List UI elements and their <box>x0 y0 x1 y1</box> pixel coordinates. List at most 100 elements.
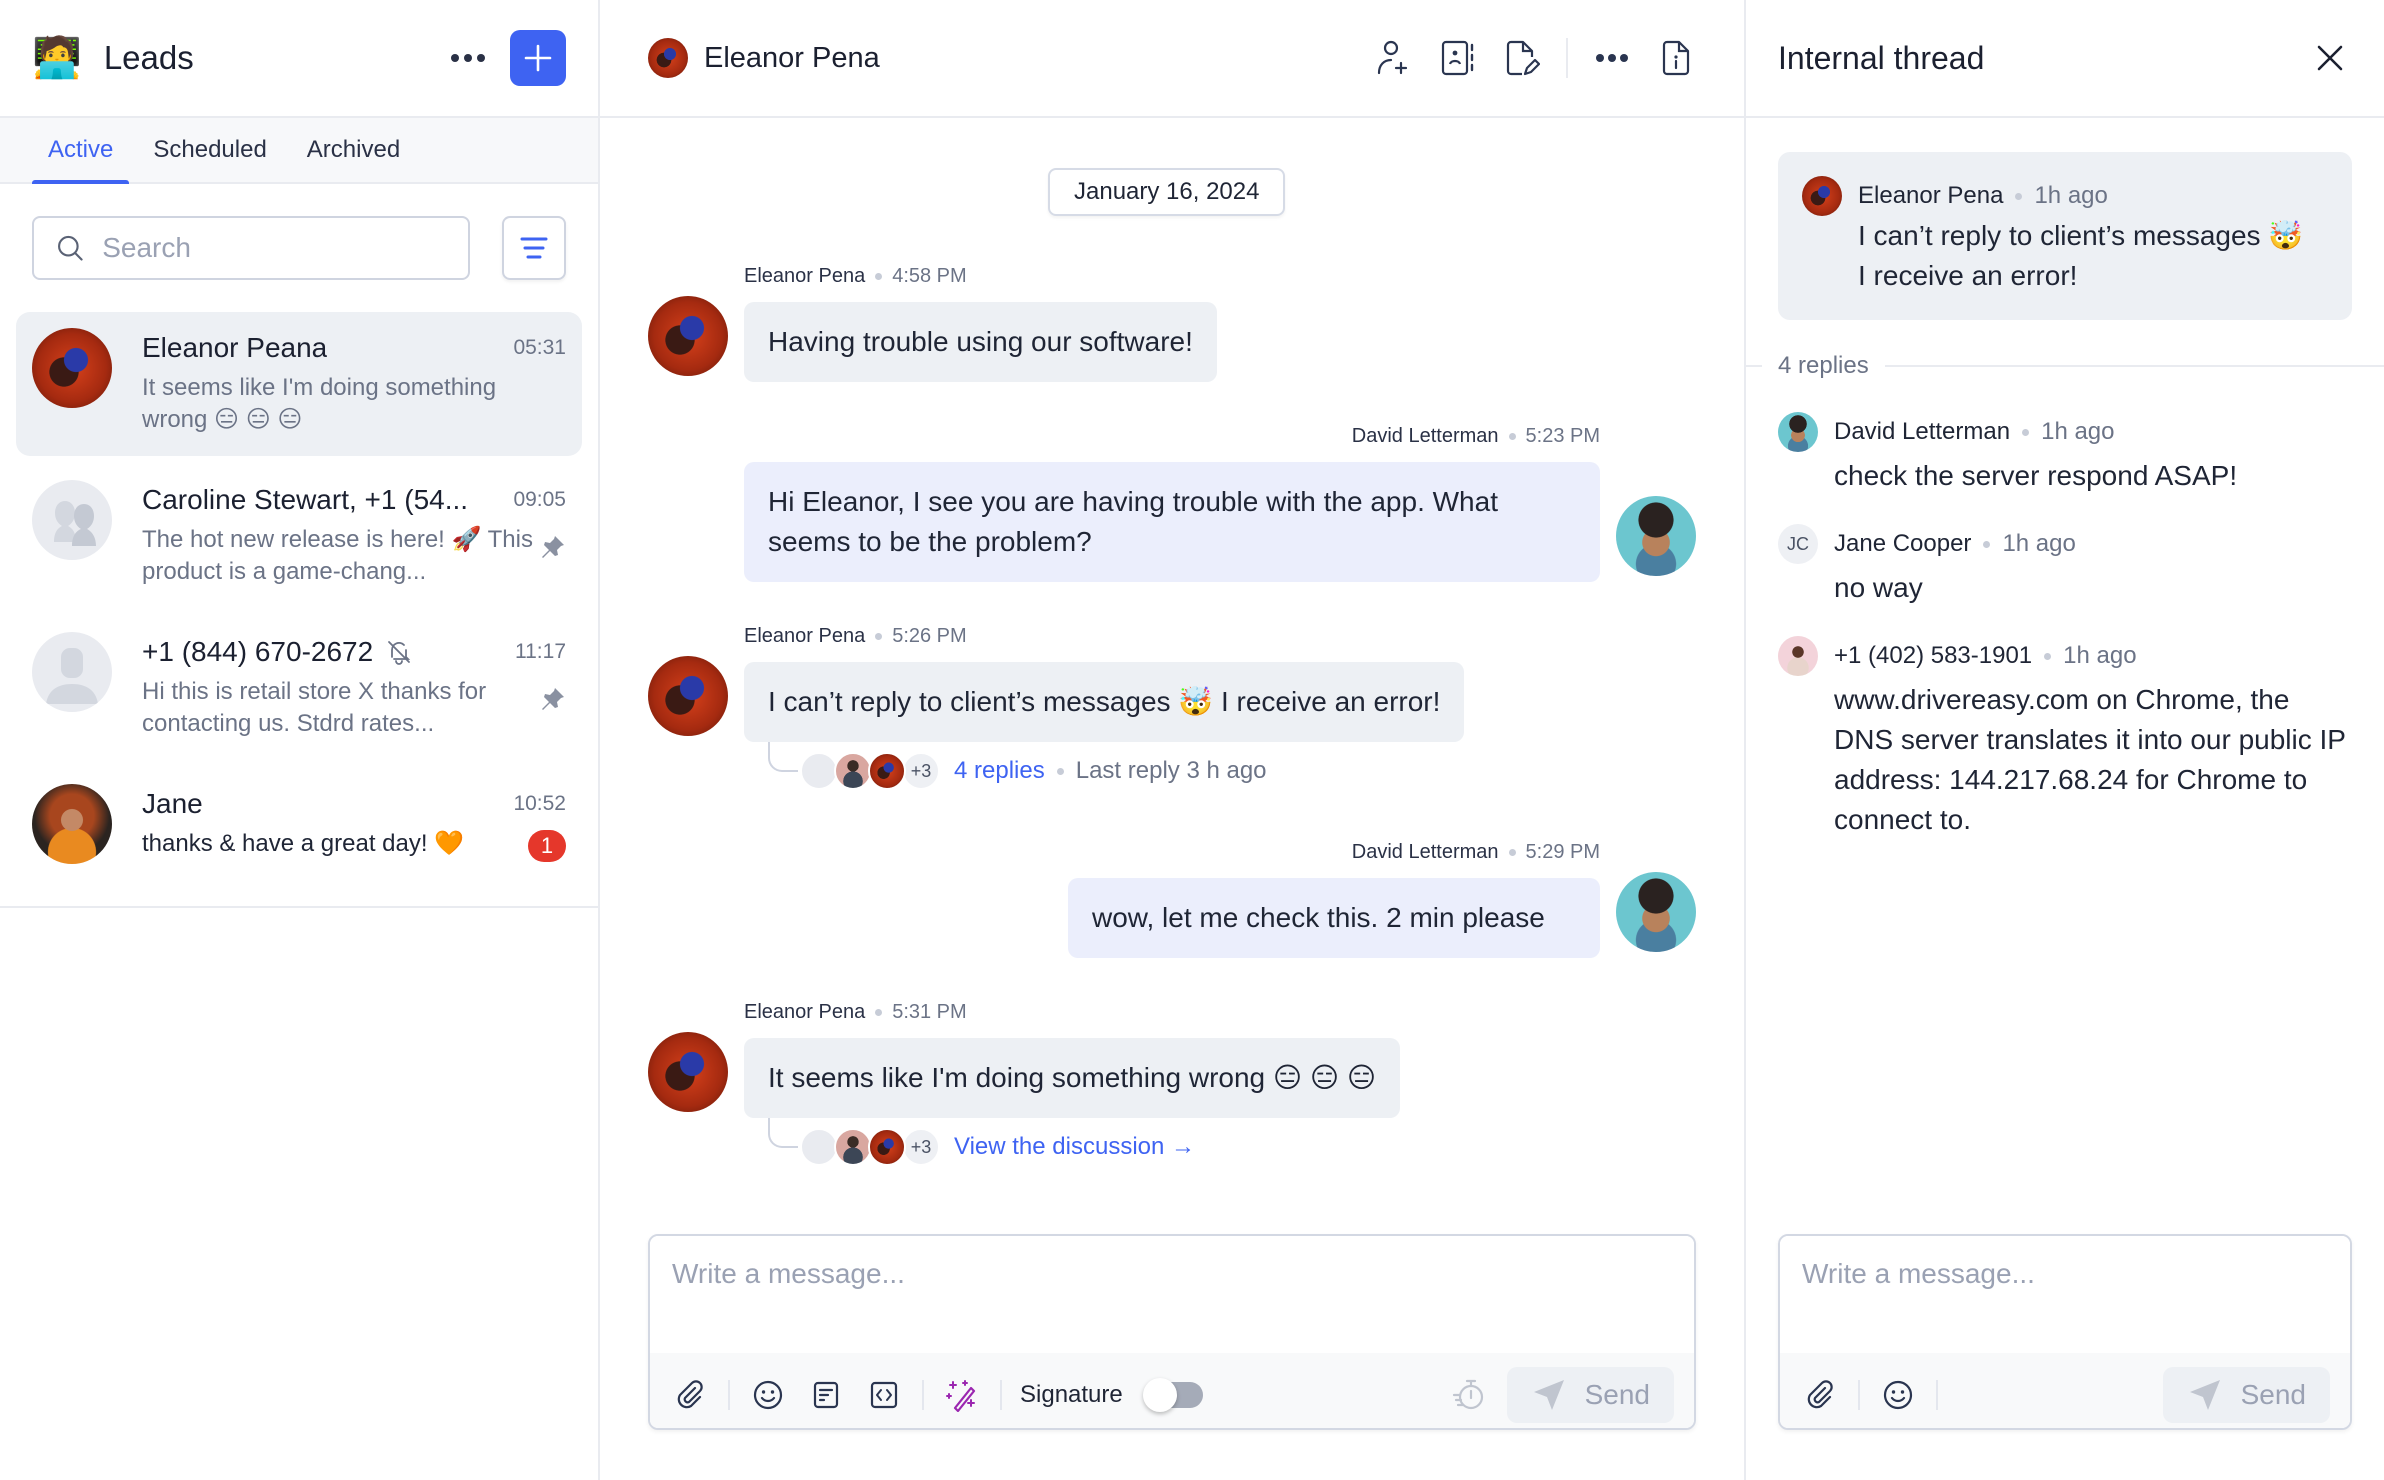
conversation-name: Jane <box>142 788 203 819</box>
avatar <box>1802 176 1842 216</box>
filter-icon <box>520 237 548 259</box>
message-text: check the server respond ASAP! <box>1834 460 2238 491</box>
tab-active[interactable]: Active <box>32 118 130 184</box>
more-options-button[interactable] <box>1592 38 1632 78</box>
send-icon <box>1533 1380 1564 1410</box>
thread-connector <box>768 1118 798 1148</box>
emoji-button[interactable] <box>748 1375 788 1415</box>
conversation-time: 10:52 <box>513 792 566 815</box>
add-lead-button[interactable] <box>510 30 566 86</box>
template-button[interactable] <box>806 1375 846 1415</box>
contact-avatar <box>648 38 688 78</box>
conversation-preview: The hot new release is here! 🚀 This prod… <box>142 526 533 585</box>
header-separator <box>1566 38 1568 78</box>
thread-composer: Send <box>1778 1234 2352 1430</box>
message-input[interactable] <box>650 1236 1694 1348</box>
sender-avatar <box>648 1032 728 1112</box>
message-bubble: Having trouble using our software! <box>744 302 1217 382</box>
avatar <box>32 328 112 408</box>
add-contact-icon <box>1377 40 1408 75</box>
close-thread-button[interactable] <box>2308 36 2352 80</box>
ai-magic-button[interactable] <box>942 1375 982 1415</box>
thread-summary[interactable]: +3 View the discussion → <box>800 1128 1195 1166</box>
conversation-time: 05:31 <box>513 336 566 359</box>
participant-avatar <box>800 1128 838 1166</box>
participant-avatar <box>834 1128 872 1166</box>
bell-off-icon <box>388 641 411 665</box>
message-bubble: I can’t reply to client’s messages 🤯 I r… <box>744 662 1465 742</box>
code-button[interactable] <box>864 1375 904 1415</box>
smiley-icon <box>753 1380 783 1410</box>
conversation-item[interactable]: Caroline Stewart, +1 (54... 09:05 The ho… <box>16 464 582 608</box>
send-label: Send <box>1584 1379 1650 1410</box>
thread-reply: JC Jane Cooper 1h ago no way <box>1778 524 2360 608</box>
emoji-button[interactable] <box>1878 1375 1918 1415</box>
message: David Letterman 5:29 PM wow, let me chec… <box>1068 838 1600 958</box>
sender-avatar <box>648 296 728 376</box>
more-icon <box>451 54 459 62</box>
schedule-button[interactable] <box>1449 1375 1489 1415</box>
contact-card-button[interactable] <box>1438 38 1478 78</box>
view-discussion-link[interactable]: View the discussion → <box>954 1133 1195 1161</box>
tab-scheduled[interactable]: Scheduled <box>137 118 282 182</box>
signature-toggle[interactable] <box>1142 1378 1203 1412</box>
group-placeholder-icon <box>54 501 96 546</box>
participant-avatar <box>834 752 872 790</box>
message-time: 1h ago <box>2034 182 2108 209</box>
avatar <box>1778 412 1818 452</box>
conversation-name: Eleanor Peana <box>142 332 328 363</box>
filter-button[interactable] <box>502 216 566 280</box>
conversation-name: Caroline Stewart, +1 (54... <box>142 484 469 515</box>
conversation-item[interactable]: Jane 10:52 thanks & have a great day! 🧡 … <box>16 768 582 888</box>
send-button[interactable]: Send <box>1506 1367 1674 1423</box>
search-input[interactable] <box>102 232 446 264</box>
file-info-button[interactable] <box>1656 38 1696 78</box>
tab-archived[interactable]: Archived <box>291 118 416 182</box>
pin-icon[interactable] <box>540 686 566 714</box>
timer-icon <box>1452 1379 1483 1410</box>
plus-icon <box>524 44 552 72</box>
add-contact-button[interactable] <box>1374 38 1414 78</box>
participant-avatar <box>868 1128 906 1166</box>
message: Eleanor Pena 4:58 PM Having trouble usin… <box>744 262 1217 382</box>
sender-name: David Letterman <box>1834 418 2011 445</box>
conversation-name-text: +1 (844) 670-2672 <box>142 636 374 667</box>
conversation-preview: Hi this is retail store X thanks for con… <box>142 678 487 737</box>
message-time: 5:31 PM <box>892 1000 967 1023</box>
file-info-icon <box>1662 40 1690 76</box>
thread-replies-link[interactable]: 4 replies <box>954 757 1045 785</box>
send-label: Send <box>2240 1379 2306 1410</box>
message-line: I can’t reply to client’s messages 🤯 <box>1858 220 2304 251</box>
conversation-tabs: Active Scheduled Archived <box>0 118 598 184</box>
replies-divider: 4 replies <box>1746 352 2384 380</box>
attach-button[interactable] <box>670 1375 710 1415</box>
contact-book-icon <box>1441 40 1474 76</box>
more-options-button[interactable] <box>446 36 490 80</box>
message-meta: Eleanor Pena 5:31 PM <box>744 998 1400 1026</box>
sender-name: David Letterman <box>1351 840 1499 863</box>
conversation-preview: It seems like I'm doing something wrong … <box>142 374 497 433</box>
paperclip-icon <box>677 1380 703 1409</box>
message-composer: Signature Send <box>648 1234 1696 1430</box>
avatar <box>32 784 112 864</box>
search-icon <box>58 235 83 261</box>
attach-button[interactable] <box>1800 1375 1840 1415</box>
conversation-item[interactable]: Eleanor Peana 05:31 It seems like I'm do… <box>16 312 582 456</box>
thread-message-input[interactable] <box>1780 1236 2350 1348</box>
sender-name: +1 (402) 583-1901 <box>1834 642 2033 669</box>
avatar-initials: JC <box>1778 524 1818 564</box>
template-icon <box>813 1381 839 1409</box>
sender-name: Eleanor Pena <box>744 624 866 647</box>
edit-note-button[interactable] <box>1502 38 1542 78</box>
thread-summary[interactable]: +3 4 replies Last reply 3 h ago <box>800 752 1267 790</box>
pin-icon[interactable] <box>540 534 566 562</box>
sidebar-title: Leads <box>103 39 194 76</box>
send-button[interactable]: Send <box>2162 1367 2330 1423</box>
message-time: 1h ago <box>2002 530 2076 557</box>
sender-name: David Letterman <box>1351 424 1499 447</box>
sender-name: Jane Cooper <box>1834 530 1972 557</box>
signature-label: Signature <box>1020 1381 1123 1408</box>
sender-name: Eleanor Pena <box>1858 182 2004 209</box>
code-icon <box>870 1381 898 1409</box>
conversation-item[interactable]: +1 (844) 670-2672 11:17 Hi this is retai… <box>16 616 582 760</box>
